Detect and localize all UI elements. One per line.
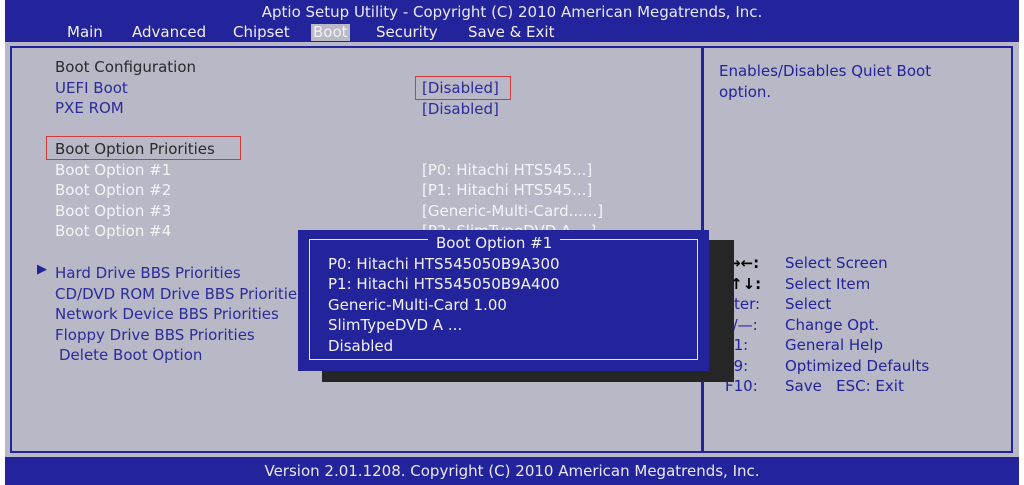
general-help-hint: General Help [785, 336, 884, 354]
optimized-defaults-hint: Optimized Defaults [785, 357, 930, 375]
network-device-bbs-priorities-link[interactable]: Network Device BBS Priorities [55, 305, 279, 323]
submenu-arrow-icon: ▶ [37, 262, 47, 277]
boot-option-1-value[interactable]: [P0: Hitachi HTS545...] [422, 161, 592, 179]
help-text-line1: Enables/Disables Quiet Boot [719, 62, 932, 80]
change-opt-hint: Change Opt. [785, 316, 880, 334]
priorities-highlight [46, 136, 241, 160]
uefi-boot-highlight [415, 76, 511, 100]
boot-configuration-heading: Boot Configuration [55, 58, 197, 76]
boot-option-popup[interactable]: Boot Option #1 P0: Hitachi HTS545050B9A3… [298, 230, 709, 371]
tab-boot[interactable]: Boot [311, 24, 350, 41]
pxe-rom-label[interactable]: PXE ROM [55, 99, 124, 117]
boot-option-1-label[interactable]: Boot Option #1 [55, 161, 171, 179]
boot-option-2-label[interactable]: Boot Option #2 [55, 181, 171, 199]
uefi-boot-label[interactable]: UEFI Boot [55, 79, 128, 97]
pxe-rom-value[interactable]: [Disabled] [422, 100, 499, 118]
cd-dvd-bbs-priorities-link[interactable]: CD/DVD ROM Drive BBS Priorities [55, 285, 305, 303]
footer-bar: Version 2.01.1208. Copyright (C) 2010 Am… [5, 457, 1019, 485]
tab-security[interactable]: Security [374, 24, 440, 41]
floppy-drive-bbs-priorities-link[interactable]: Floppy Drive BBS Priorities [55, 326, 255, 344]
boot-option-3-label[interactable]: Boot Option #3 [55, 202, 171, 220]
hard-drive-bbs-priorities-link[interactable]: Hard Drive BBS Priorities [55, 264, 241, 282]
save-exit-hint: Save ESC: Exit [785, 377, 904, 395]
boot-option-3-value[interactable]: [Generic-Multi-Card......] [422, 202, 603, 220]
select-hint: Select [785, 295, 832, 313]
delete-boot-option-link[interactable]: Delete Boot Option [59, 346, 202, 364]
popup-title: Boot Option #1 [428, 234, 561, 252]
popup-option-disabled[interactable]: Disabled [328, 337, 393, 355]
tab-main[interactable]: Main [65, 24, 105, 41]
help-text-line2: option. [719, 83, 772, 101]
up-down-arrows-icon: ↑↓: [730, 275, 762, 293]
select-screen-hint: Select Screen [785, 254, 888, 272]
app-title: Aptio Setup Utility - Copyright (C) 2010… [261, 3, 763, 21]
title-bar: Aptio Setup Utility - Copyright (C) 2010… [5, 0, 1019, 42]
tab-advanced[interactable]: Advanced [130, 24, 208, 41]
popup-option-generic-multi-card[interactable]: Generic-Multi-Card 1.00 [328, 296, 507, 314]
popup-option-hitachi-a300[interactable]: P0: Hitachi HTS545050B9A300 [328, 255, 560, 273]
version-text: Version 2.01.1208. Copyright (C) 2010 Am… [264, 462, 760, 480]
select-item-hint: Select Item [785, 275, 871, 293]
popup-option-hitachi-a400[interactable]: P1: Hitachi HTS545050B9A400 [328, 275, 560, 293]
boot-option-2-value[interactable]: [P1: Hitachi HTS545...] [422, 181, 592, 199]
tab-chipset[interactable]: Chipset [231, 24, 292, 41]
boot-option-4-label[interactable]: Boot Option #4 [55, 222, 171, 240]
popup-option-slimtype-dvd[interactable]: SlimTypeDVD A ... [328, 316, 462, 334]
tab-save-exit[interactable]: Save & Exit [466, 24, 556, 41]
